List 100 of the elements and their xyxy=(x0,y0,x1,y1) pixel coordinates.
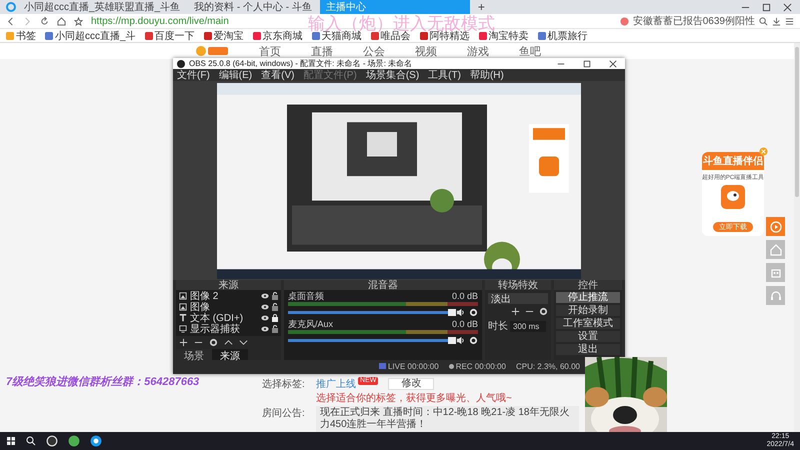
menu-item[interactable]: 场景集合(S) xyxy=(366,68,420,82)
reload-icon[interactable] xyxy=(40,16,49,26)
panel-header: 控件 xyxy=(554,280,622,290)
address-field[interactable]: https://mp.douyu.com/live/main xyxy=(91,16,229,26)
window-title: OBS 25.0.8 (64-bit, windows) - 配置文件: 未命名 - 场景: 未命名 xyxy=(189,58,412,69)
channel-name: 桌面音频 xyxy=(288,290,324,302)
control-button[interactable]: 开始录制 xyxy=(556,305,620,316)
bookmark-link[interactable]: 京东商城 xyxy=(252,28,303,42)
app-icon[interactable] xyxy=(90,435,102,447)
close-icon[interactable] xyxy=(609,60,617,68)
site-nav-link[interactable]: 公会 xyxy=(363,44,385,58)
menu-item[interactable]: 查看(V) xyxy=(261,68,294,82)
overlay-caption: 7级绝笑狼进微信群析丝群：564287663 xyxy=(6,374,200,389)
download-icon[interactable] xyxy=(772,16,781,26)
maximize-icon[interactable] xyxy=(583,60,591,68)
duration-field[interactable]: 300 ms xyxy=(510,320,546,332)
browser-tab[interactable]: 我的资料 - 个人中心 - 斗鱼 xyxy=(188,0,318,14)
bookmark-star-icon[interactable] xyxy=(74,16,83,26)
settings-icon[interactable] xyxy=(209,338,218,347)
source-name[interactable]: 文本 (GDI+) xyxy=(190,310,244,324)
windows-start-icon[interactable] xyxy=(6,436,16,446)
maximize-icon[interactable] xyxy=(762,2,771,12)
app-logo-icon xyxy=(721,185,745,209)
channel-name: 麦克风/Aux xyxy=(288,318,334,330)
transition-dropdown[interactable]: 淡出 xyxy=(488,293,548,304)
control-button[interactable]: 退出 xyxy=(556,344,620,355)
bookmark-link[interactable]: 百度一下 xyxy=(144,28,195,42)
source-name[interactable]: 图像 xyxy=(190,300,210,314)
panel-header: 来源 xyxy=(176,280,281,290)
tag-hint: 选择适合你的标签，获得更多曝光、人气哦~ xyxy=(316,392,513,405)
home-icon[interactable] xyxy=(57,16,66,26)
bookmark-link[interactable]: 爱淘宝 xyxy=(204,28,244,42)
search-field[interactable]: 安徽蓄蓄已报告0639例阳性 xyxy=(632,14,755,28)
notice-field[interactable]: 现在正式归来 直播时间：中12-晚18 晚21-凌 18年无限火力450连胜一年半营播！ xyxy=(316,406,579,432)
record-icon xyxy=(448,364,454,368)
bookmark-link[interactable]: 小同超ccc直播_斗 xyxy=(45,28,136,42)
site-nav-link[interactable]: 视频 xyxy=(415,44,437,58)
bookmarks-button[interactable]: 书签 xyxy=(6,28,36,42)
scrollbar[interactable] xyxy=(794,43,800,432)
menu-item[interactable]: 文件(F) xyxy=(177,68,210,82)
eye-icon[interactable] xyxy=(261,292,269,298)
speaker-icon[interactable] xyxy=(456,308,465,317)
control-button[interactable]: 工作室模式 xyxy=(556,318,620,329)
site-icon xyxy=(252,32,261,40)
site-nav-link[interactable]: 游戏 xyxy=(467,44,489,58)
tag-link[interactable]: 推广上线 xyxy=(316,377,356,391)
browser-logo-icon xyxy=(6,2,16,12)
close-icon[interactable] xyxy=(783,2,792,12)
down-icon[interactable] xyxy=(239,338,248,347)
dock-tab[interactable]: 来源 xyxy=(212,349,248,360)
browser-tab[interactable]: 小同超ccc直播_英雄联盟直播_斗鱼 xyxy=(18,0,186,14)
up-icon[interactable] xyxy=(224,338,233,347)
dock-tab[interactable]: 场景 xyxy=(176,349,212,360)
add-icon[interactable] xyxy=(511,307,520,316)
site-nav-link[interactable]: 直播 xyxy=(311,44,333,58)
edit-button[interactable]: 修改 xyxy=(388,378,434,390)
settings-icon[interactable] xyxy=(469,336,478,345)
menu-item[interactable]: 工具(T) xyxy=(428,68,461,82)
eye-icon[interactable] xyxy=(261,326,269,332)
new-tab-button[interactable]: + xyxy=(472,0,491,14)
back-icon[interactable] xyxy=(6,16,15,26)
lock-icon[interactable] xyxy=(272,324,278,332)
bookmark-link[interactable]: 机票旅行 xyxy=(538,28,588,42)
speaker-icon[interactable] xyxy=(456,336,465,345)
text-icon xyxy=(179,314,187,322)
site-nav-link[interactable]: 鱼吧 xyxy=(519,44,541,58)
source-name[interactable]: 显示器捕获 xyxy=(190,322,240,336)
site-icon xyxy=(45,32,53,40)
notice-label: 房间公告: xyxy=(262,406,306,420)
lock-icon[interactable] xyxy=(272,314,278,322)
channel-reading: 0.0 dB xyxy=(452,291,478,301)
panel-header: 混音器 xyxy=(284,280,482,290)
settings-icon[interactable] xyxy=(539,307,548,316)
site-icon xyxy=(538,32,546,40)
control-button[interactable]: 设置 xyxy=(556,331,620,342)
menu-icon[interactable] xyxy=(785,16,794,26)
control-button[interactable]: 停止推流 xyxy=(556,292,620,303)
live-time: LIVE 00:00:00 xyxy=(388,362,439,370)
side-button[interactable] xyxy=(766,217,785,236)
site-icon xyxy=(478,32,487,40)
eye-icon[interactable] xyxy=(261,314,269,320)
image-icon xyxy=(179,292,187,300)
menu-item[interactable]: 帮助(H) xyxy=(470,68,504,82)
cpu-status: CPU: 2.3%, 60.00 xyxy=(516,362,580,370)
add-icon[interactable] xyxy=(179,338,188,347)
monitor-icon xyxy=(179,324,187,332)
headset-icon xyxy=(770,290,782,302)
menu-item[interactable]: 编辑(E) xyxy=(218,68,252,82)
source-name[interactable]: 图像 2 xyxy=(190,288,218,302)
eye-icon[interactable] xyxy=(261,304,269,310)
lock-icon[interactable] xyxy=(272,292,278,300)
search-icon[interactable] xyxy=(26,436,36,446)
settings-icon[interactable] xyxy=(469,308,478,317)
app-icon[interactable] xyxy=(68,435,80,447)
app-icon[interactable] xyxy=(46,435,58,447)
site-logo-icon[interactable] xyxy=(195,45,229,57)
lock-icon[interactable] xyxy=(272,302,278,310)
home-icon xyxy=(770,244,782,256)
site-nav-link[interactable]: 首页 xyxy=(259,44,281,58)
ad-title: 斗鱼直播伴侣 xyxy=(702,152,764,170)
